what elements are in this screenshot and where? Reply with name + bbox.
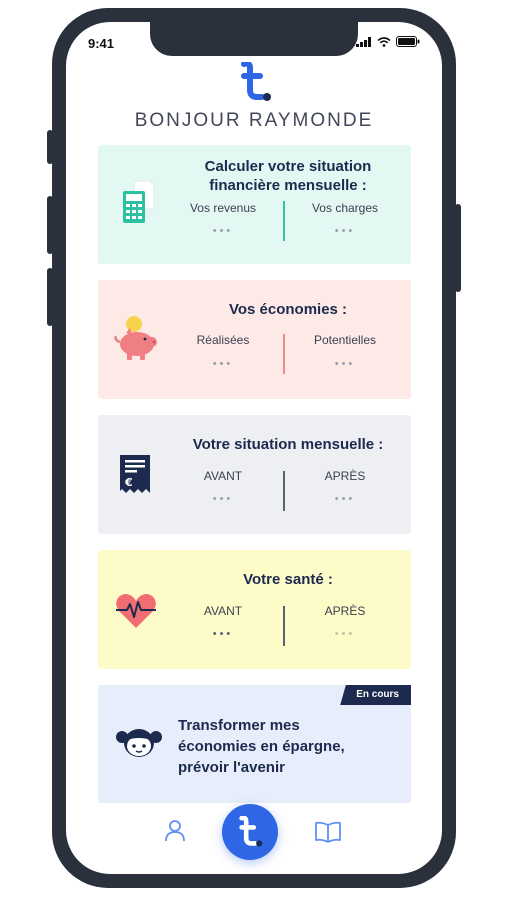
card-title-line: financière mensuelle :	[209, 177, 367, 194]
income-label: Vos revenus	[189, 201, 257, 215]
income-value: •••	[212, 225, 234, 237]
battery-icon	[396, 36, 420, 47]
column-divider	[283, 606, 285, 646]
after-value: •••	[334, 628, 356, 640]
before-value: •••	[212, 493, 234, 505]
phone-side-button	[47, 130, 53, 164]
column-divider	[283, 471, 285, 511]
piggy-bank-icon	[114, 316, 157, 360]
card-financial-situation[interactable]: Calculer votre situation financière mens…	[98, 145, 411, 264]
notch	[150, 22, 358, 56]
card-title: Votre santé :	[243, 571, 333, 588]
realized-value: •••	[212, 358, 234, 370]
app-logo-icon	[241, 62, 271, 101]
realized-label: Réalisées	[196, 333, 250, 347]
calculator-icon	[123, 180, 155, 223]
before-label: AVANT	[203, 469, 243, 483]
heart-pulse-icon	[116, 594, 156, 628]
before-value: •••	[212, 628, 234, 640]
card-title: Vos économies :	[228, 301, 348, 318]
card-savings-plan[interactable]: En cours Transformer mes économies en ép…	[98, 685, 411, 803]
home-logo-icon	[239, 816, 263, 847]
potential-label: Potentielles	[313, 333, 377, 347]
profile-icon[interactable]	[164, 819, 186, 843]
charges-value: •••	[334, 225, 356, 237]
charges-label: Vos charges	[311, 201, 379, 215]
euro-receipt-icon: €	[120, 455, 150, 493]
phone-volume-down-button	[47, 268, 53, 326]
card-title: Votre situation mensuelle :	[192, 436, 384, 453]
status-icons	[356, 36, 420, 47]
before-label: AVANT	[203, 604, 243, 618]
child-face-icon	[116, 729, 162, 757]
status-badge: En cours	[340, 685, 411, 705]
greeting-title: BONJOUR RAYMONDE	[134, 110, 374, 131]
card-monthly-situation[interactable]: € Votre situation mensuelle : AVANT APRÈ…	[98, 415, 411, 534]
card-title: Calculer votre situation financière mens…	[168, 157, 408, 195]
potential-value: •••	[334, 358, 356, 370]
card-title-line: Transformer mes	[178, 717, 300, 734]
status-time: 9:41	[88, 36, 115, 51]
phone-power-button	[455, 204, 461, 292]
card-health[interactable]: Votre santé : AVANT APRÈS ••• •••	[98, 550, 411, 669]
signal-icon	[356, 36, 371, 47]
card-savings[interactable]: Vos économies : Réalisées Potentielles •…	[98, 280, 411, 399]
book-icon[interactable]	[314, 821, 342, 843]
card-title-line: Calculer votre situation	[204, 158, 372, 175]
wifi-icon	[377, 36, 391, 47]
card-title-line: économies en épargne,	[178, 738, 345, 755]
app-screen: 9:41 BONJOUR RAYMONDE Calculer votre sit…	[66, 22, 442, 874]
after-label: APRÈS	[324, 604, 366, 618]
card-title-line: prévoir l'avenir	[178, 759, 285, 776]
card-title: Transformer mes économies en épargne, pr…	[178, 715, 408, 778]
phone-volume-up-button	[47, 196, 53, 254]
column-divider	[283, 201, 285, 241]
after-value: •••	[334, 493, 356, 505]
after-label: APRÈS	[324, 469, 366, 483]
column-divider	[283, 334, 285, 374]
svg-text:€: €	[124, 476, 133, 489]
home-button[interactable]	[222, 804, 278, 860]
